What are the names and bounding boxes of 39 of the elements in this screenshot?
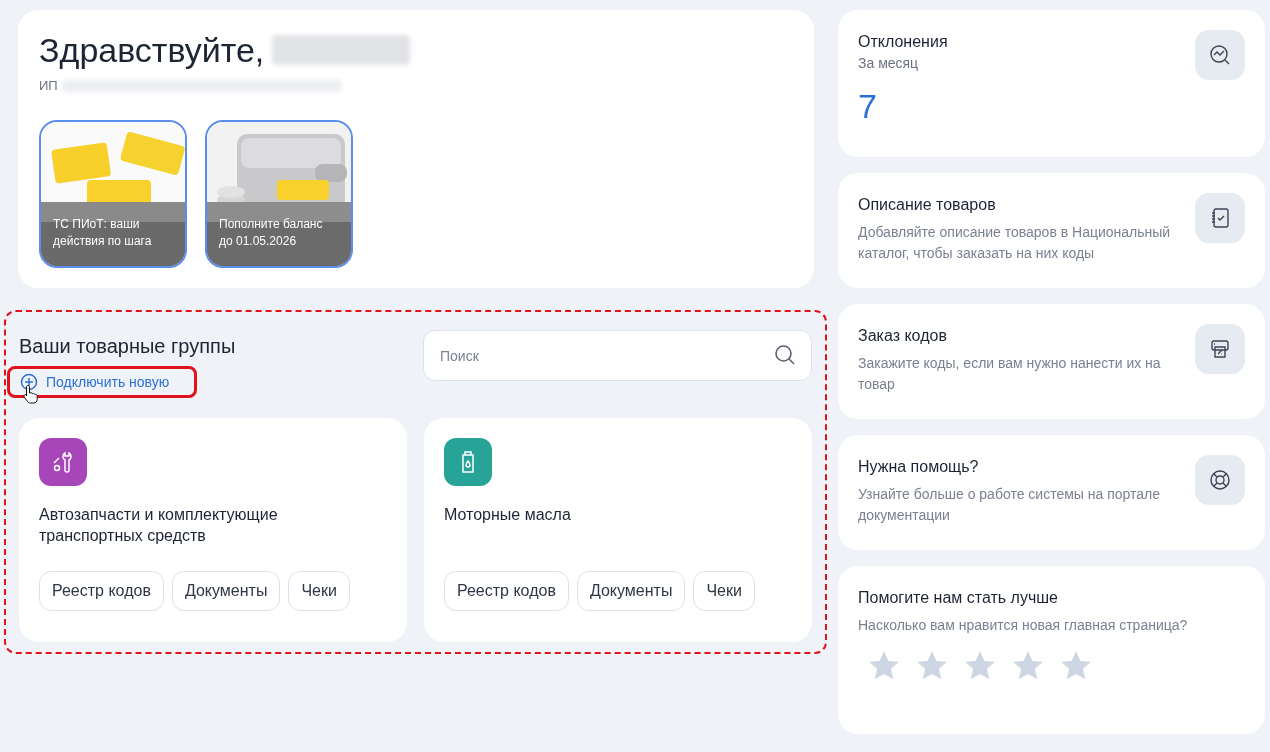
info-card[interactable]: Отклонения За месяц 7 xyxy=(838,10,1265,157)
connect-link[interactable]: Подключить новую xyxy=(7,366,197,398)
card-title: Заказ кодов xyxy=(858,326,948,346)
info-card[interactable]: Заказ кодов Закажите коды, если вам нужно нанести их на товар xyxy=(838,304,1265,419)
checklist-notebook-icon xyxy=(1195,193,1245,243)
card-title: Отклонения xyxy=(858,32,949,52)
card-subtitle: За месяц xyxy=(858,54,920,72)
group-action-button[interactable]: Реестр кодов xyxy=(39,571,164,611)
search-field[interactable]: Поиск xyxy=(423,330,812,381)
info-card[interactable]: Описание товаров Добавляйте описание товаров в Национальный каталог, чтобы заказать на них коды xyxy=(838,173,1265,288)
group-name: Моторные масла xyxy=(444,505,572,525)
story-title: ТС ПИоТ: ваши действия по шага xyxy=(53,215,153,250)
card-description: Узнайте больше о работе системы на портале документации xyxy=(858,485,1162,525)
card-description: Насколько вам нравится новая главная страница? xyxy=(858,616,1189,635)
deviation-count: 7 xyxy=(858,86,878,126)
org-prefix: ИП xyxy=(39,77,58,95)
card-title: Помогите нам стать лучше xyxy=(858,588,1059,608)
group-name: Автозапчасти и комплектующие транспортных средств xyxy=(39,505,279,546)
search-icon xyxy=(774,344,796,366)
plus-circle-icon xyxy=(20,373,38,391)
printer-icon xyxy=(1195,324,1245,374)
card-title: Нужна помощь? xyxy=(858,457,980,477)
lifebuoy-icon xyxy=(1195,455,1245,505)
section-title: Ваши товарные группы xyxy=(19,334,236,359)
card-description: Добавляйте описание товаров в Национальный каталог, чтобы заказать на них коды xyxy=(858,223,1172,263)
story-card[interactable]: Пополните баланс до 01.05.2026 xyxy=(205,119,353,268)
card-description: Закажите коды, если вам нужно нанести их на товар xyxy=(858,354,1162,394)
story-card[interactable]: ТС ПИоТ: ваши действия по шага xyxy=(39,119,187,268)
card-title: Описание товаров xyxy=(858,195,997,215)
group-action-button[interactable]: Чеки xyxy=(288,571,350,611)
magnifier-chart-icon xyxy=(1195,30,1245,80)
group-action-button[interactable]: Реестр кодов xyxy=(444,571,569,611)
group-action-button[interactable]: Документы xyxy=(171,571,281,611)
info-card[interactable]: Нужна помощь? Узнайте больше о работе системы на портале документации xyxy=(838,435,1265,550)
greeting-title: Здравствуйте, xyxy=(39,30,265,70)
group-action-button[interactable]: Чеки xyxy=(693,571,755,611)
story-title: Пополните баланс до 01.05.2026 xyxy=(219,215,324,250)
hand-cursor-icon xyxy=(23,384,39,404)
group-action-button[interactable]: Документы xyxy=(576,571,686,611)
